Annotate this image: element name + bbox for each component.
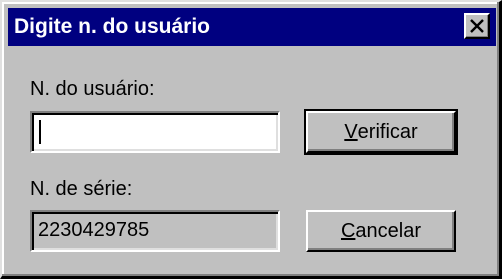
verify-button-hotkey: V — [344, 120, 358, 143]
serial-number-value: 2230429785 — [38, 219, 150, 241]
user-number-label: N. do usuário: — [30, 78, 155, 100]
cancel-button-label: ancelar — [355, 219, 422, 242]
dialog-title: Digite n. do usuário — [14, 15, 211, 38]
title-bar: Digite n. do usuário — [8, 8, 496, 46]
close-button[interactable] — [464, 13, 490, 39]
cancel-button[interactable]: Cancelar — [306, 210, 456, 252]
serial-number-label: N. de série: — [30, 178, 133, 200]
text-caret — [39, 120, 41, 144]
verify-button[interactable]: Verificar — [304, 109, 458, 155]
close-x-icon — [470, 19, 484, 33]
user-number-field-frame — [30, 111, 280, 153]
cancel-button-hotkey: C — [340, 219, 356, 242]
dialog-window: Digite n. do usuário N. do usuário: Veri… — [0, 0, 502, 279]
serial-number-field: 2230429785 — [30, 210, 280, 252]
verify-button-label: erificar — [357, 120, 418, 143]
user-number-input[interactable] — [32, 113, 278, 151]
